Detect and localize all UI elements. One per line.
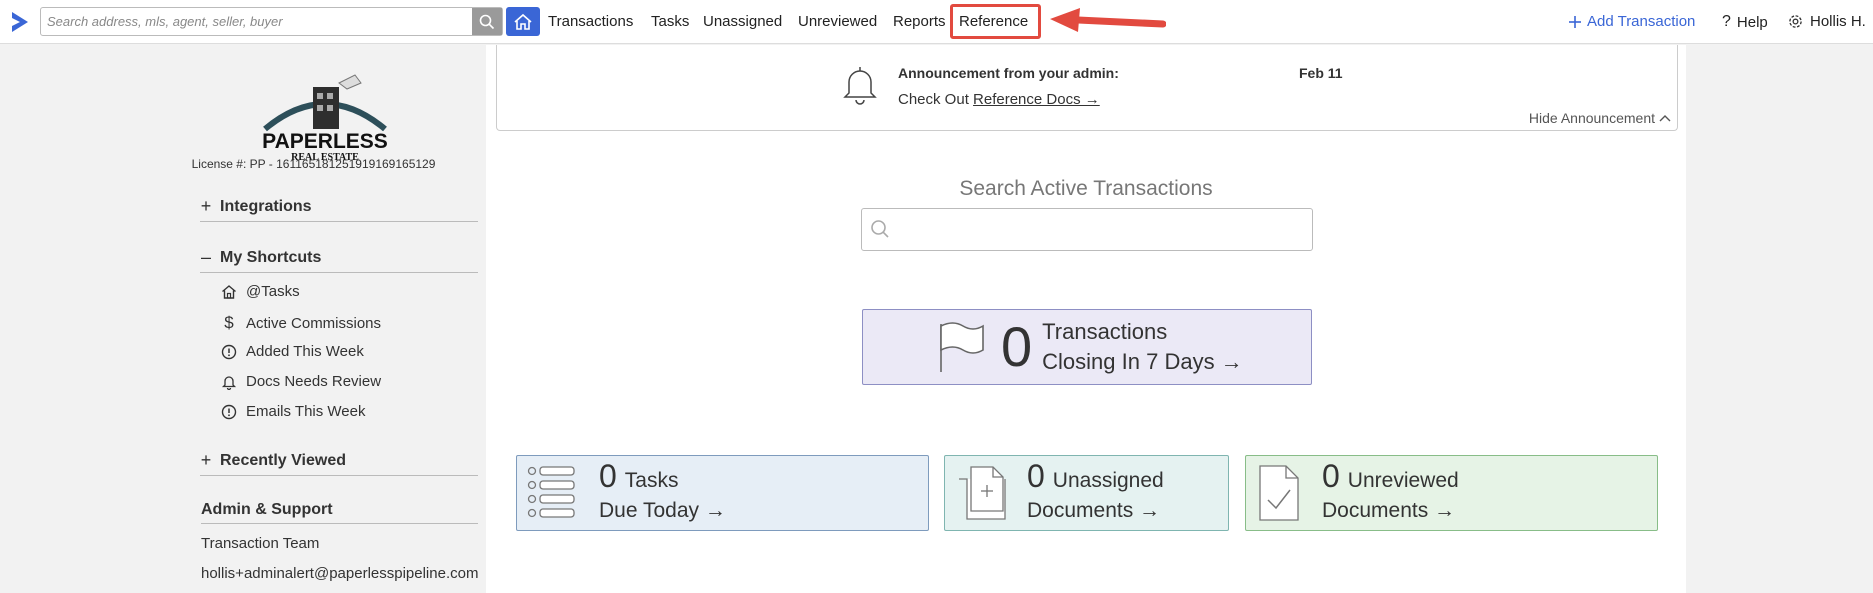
announcement-prefix: Check Out — [898, 91, 974, 108]
announcement-message: Check Out Reference Docs → — [898, 91, 1100, 108]
question-icon: ? — [1722, 13, 1731, 30]
integrations-label: Integrations — [220, 197, 312, 215]
closing-count: 0 — [1001, 315, 1033, 378]
shortcut-label: @Tasks — [246, 283, 300, 300]
recently-viewed-label: Recently Viewed — [220, 451, 346, 469]
user-name: Hollis H. — [1810, 13, 1866, 30]
add-transaction-label: Add Transaction — [1587, 13, 1696, 30]
flag-icon — [940, 322, 984, 372]
expand-plus-icon: + — [200, 450, 212, 470]
admin-email-link[interactable]: hollis+adminalert@paperlesspipeline.com — [201, 565, 479, 582]
my-shortcuts-label: My Shortcuts — [220, 248, 322, 266]
search-active-transactions-title: Search Active Transactions — [959, 177, 1213, 200]
active-transactions-search — [861, 208, 1313, 251]
announcement-date: Feb 11 — [1299, 65, 1343, 81]
shortcut-emails-this-week[interactable]: Emails This Week — [221, 403, 365, 420]
shortcut-label: Emails This Week — [246, 403, 366, 420]
help-button[interactable]: ? Help — [1722, 13, 1768, 31]
search-icon — [871, 220, 889, 238]
hide-announcement-button[interactable]: Hide Announcement — [1529, 110, 1671, 126]
shortcut-label: Docs Needs Review — [246, 373, 382, 390]
nav-unreviewed[interactable]: Unreviewed — [798, 13, 877, 30]
my-shortcuts-section-toggle[interactable]: – My Shortcuts — [200, 247, 478, 273]
unassigned-count: 0 — [1027, 458, 1045, 494]
home-button[interactable] — [506, 7, 540, 36]
unassigned-documents-card[interactable]: 0 Unassigned Documents → — [944, 455, 1229, 531]
tasks-line2: Due Today → — [599, 499, 726, 522]
global-search — [40, 7, 503, 36]
checked-document-icon — [1259, 465, 1299, 521]
unreviewed-line1: Unreviewed — [1347, 469, 1459, 492]
unassigned-line2: Documents → — [1027, 499, 1161, 522]
help-label: Help — [1736, 13, 1768, 31]
tasks-line1: Tasks — [624, 469, 679, 492]
active-transactions-search-input[interactable] — [894, 209, 1304, 250]
unreviewed-documents-card[interactable]: 0 Unreviewed Documents → — [1245, 455, 1658, 531]
nav-tasks[interactable]: Tasks — [651, 13, 689, 30]
plus-icon — [1569, 15, 1581, 28]
alert-circle-icon — [221, 344, 237, 359]
expand-plus-icon: + — [200, 196, 212, 216]
bell-icon — [221, 375, 237, 390]
search-icon — [479, 14, 495, 29]
brand-name: PAPERLESS — [262, 130, 388, 153]
home-icon — [514, 13, 532, 30]
collapse-minus-icon: – — [200, 247, 211, 267]
closing-line1: Transactions — [1042, 319, 1168, 344]
shortcut-label: Added This Week — [246, 343, 364, 360]
brokerage-logo: PAPERLESS REAL ESTATE — [262, 74, 388, 163]
announcement-banner: Announcement from your admin: Feb 11 Che… — [496, 45, 1678, 131]
list-icon — [527, 466, 575, 518]
chevron-up-icon — [1659, 115, 1671, 122]
recently-viewed-section-toggle[interactable]: + Recently Viewed — [200, 450, 478, 476]
tasks-due-today-card[interactable]: 0 Tasks Due Today → — [516, 455, 929, 531]
transaction-team-link[interactable]: Transaction Team — [201, 535, 479, 552]
tasks-count: 0 — [599, 458, 617, 494]
alert-circle-icon — [221, 404, 237, 419]
closing-line2: Closing In 7 Days → — [1042, 349, 1243, 374]
admin-support-heading: Admin & Support — [201, 501, 478, 524]
shortcut-docs-needs-review[interactable]: Docs Needs Review — [221, 373, 381, 390]
shortcut-active-commissions[interactable]: $ Active Commissions — [221, 313, 381, 333]
global-search-input[interactable] — [41, 8, 472, 35]
add-document-icon — [959, 466, 1006, 520]
reference-docs-link[interactable]: Reference Docs → — [973, 91, 1100, 108]
shortcut-tasks[interactable]: @Tasks — [221, 283, 300, 300]
closing-in-7-days-card[interactable]: 0 Transactions Closing In 7 Days → — [862, 309, 1312, 385]
top-navigation-bar: Transactions Tasks Unassigned Unreviewed… — [0, 0, 1873, 44]
shortcut-label: Active Commissions — [246, 314, 382, 332]
unreviewed-count: 0 — [1322, 458, 1340, 494]
red-arrow-annotation — [1050, 8, 1166, 32]
hide-announcement-label: Hide Announcement — [1528, 110, 1655, 126]
admin-support-label: Admin & Support — [201, 501, 333, 518]
announcement-from: Announcement from your admin: — [898, 65, 1119, 81]
sidebar: PAPERLESS REAL ESTATE License #: PP - 16… — [0, 45, 486, 593]
shortcut-added-this-week[interactable]: Added This Week — [221, 343, 364, 360]
gear-icon — [1789, 15, 1802, 28]
main-content: Announcement from your admin: Feb 11 Che… — [486, 45, 1686, 593]
search-button[interactable] — [472, 8, 502, 35]
dollar-icon: $ — [224, 313, 234, 332]
reference-highlight-box — [950, 4, 1041, 39]
app-logo-icon[interactable] — [8, 10, 32, 34]
nav-reports[interactable]: Reports — [893, 13, 946, 30]
integrations-section-toggle[interactable]: + Integrations — [200, 196, 478, 222]
home-icon — [222, 284, 236, 299]
add-transaction-button[interactable]: Add Transaction — [1568, 13, 1695, 30]
unreviewed-line2: Documents → — [1322, 499, 1456, 522]
right-gutter — [1686, 45, 1873, 593]
nav-unassigned[interactable]: Unassigned — [703, 13, 782, 30]
unassigned-line1: Unassigned — [1052, 469, 1164, 492]
user-menu[interactable]: Hollis H. — [1788, 13, 1866, 30]
bell-icon — [843, 67, 877, 105]
nav-transactions[interactable]: Transactions — [548, 13, 633, 30]
